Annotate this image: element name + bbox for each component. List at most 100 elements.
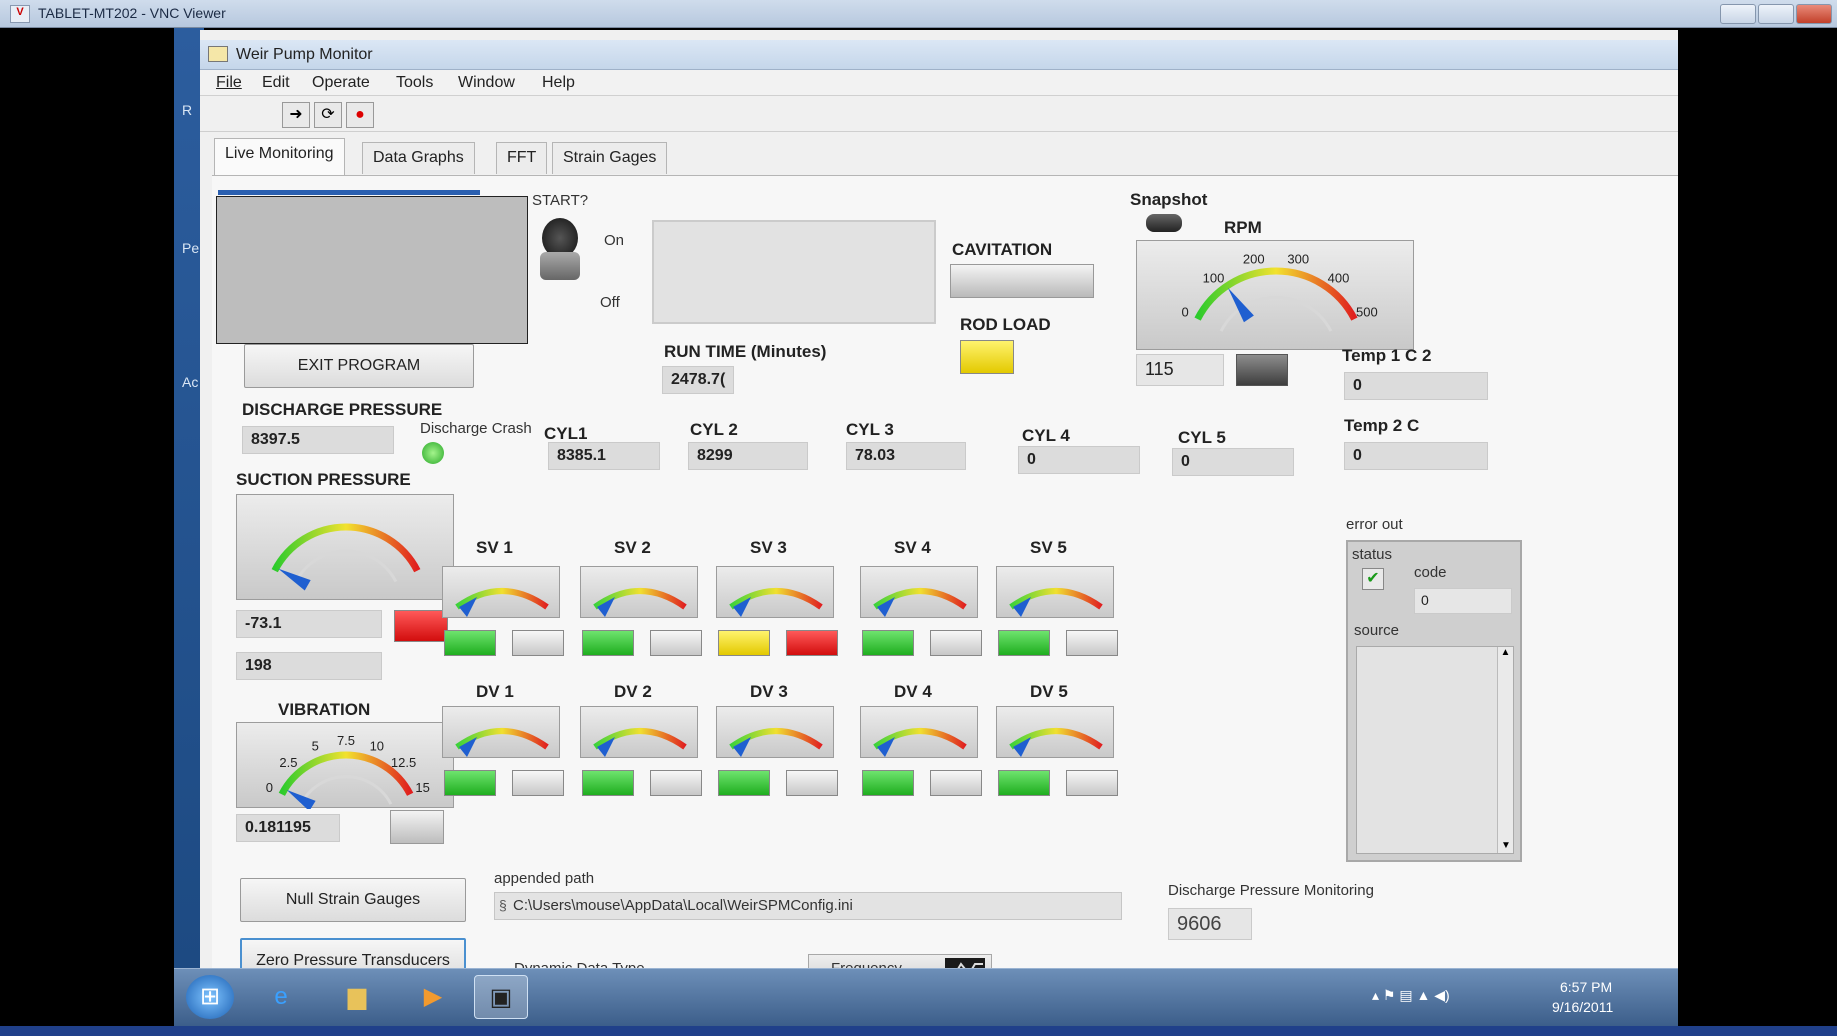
desktop-icon-label: Pe bbox=[182, 240, 200, 256]
dv-5-led-1 bbox=[998, 770, 1050, 796]
temp1-label: Temp 1 C 2 bbox=[1342, 346, 1432, 365]
sv-2-label: SV 2 bbox=[614, 538, 651, 557]
continuous-run-icon[interactable]: ⟳ bbox=[314, 102, 342, 128]
gauge-tick-label: 10 bbox=[370, 739, 384, 754]
menu-edit[interactable]: Edit bbox=[262, 74, 290, 92]
gauge-tick-label: 300 bbox=[1287, 251, 1309, 266]
cyl5-value: 0 bbox=[1172, 448, 1294, 476]
sv-1-gauge bbox=[442, 566, 560, 618]
dv-4-led-2 bbox=[930, 770, 982, 796]
image-placeholder-panel bbox=[216, 196, 528, 344]
file-explorer-icon[interactable]: ▆ bbox=[330, 975, 384, 1019]
dv-2-label: DV 2 bbox=[614, 682, 652, 701]
gauge-tick-label: 12.5 bbox=[391, 755, 416, 770]
error-out-label: error out bbox=[1346, 516, 1403, 533]
status-checkmark-icon[interactable]: ✔ bbox=[1362, 568, 1384, 590]
status-label: status bbox=[1352, 546, 1393, 563]
null-strain-gauges-button[interactable]: Null Strain Gauges bbox=[240, 878, 466, 922]
switch-off-label: Off bbox=[600, 294, 620, 311]
arrow-run-icon[interactable]: ➜ bbox=[282, 102, 310, 128]
sv-2-led-1 bbox=[582, 630, 634, 656]
vibration-label: VIBRATION bbox=[278, 700, 371, 719]
discharge-pressure-label: DISCHARGE PRESSURE bbox=[242, 400, 443, 419]
discharge-crash-led bbox=[422, 442, 444, 464]
media-player-icon[interactable]: ▶ bbox=[406, 975, 460, 1019]
source-text-area[interactable]: ▲ ▼ bbox=[1356, 646, 1514, 854]
sv-1-led-2 bbox=[512, 630, 564, 656]
sv-3-led-2 bbox=[786, 630, 838, 656]
cyl1-value: 8385.1 bbox=[548, 442, 660, 470]
vibration-value: 0.181195 bbox=[236, 814, 340, 842]
tab-fft[interactable]: FFT bbox=[496, 142, 548, 174]
vnc-window-title: TABLET-MT202 - VNC Viewer bbox=[38, 5, 226, 21]
vnc-title-bar bbox=[0, 0, 1837, 28]
discharge-monitoring-label: Discharge Pressure Monitoring bbox=[1168, 882, 1374, 899]
dv-3-gauge bbox=[716, 706, 834, 758]
temp2-label: Temp 2 C bbox=[1344, 416, 1420, 435]
temp1-value: 0 bbox=[1344, 372, 1488, 400]
suction-pressure-label: SUCTION PRESSURE bbox=[236, 470, 411, 489]
windows-taskbar: ⊞ e ▆ ▶ ▣ ▴ ⚑ ▤ ▲ ◀) 6:57 PM 9/16/2011 bbox=[174, 968, 1678, 1026]
sv-5-label: SV 5 bbox=[1030, 538, 1067, 557]
code-value[interactable]: 0 bbox=[1414, 588, 1512, 614]
sv-2-led-2 bbox=[650, 630, 702, 656]
tab-active-indicator bbox=[218, 190, 480, 195]
vibration-gauge: 0 2.5 5 7.5 10 12.5 15 bbox=[236, 722, 454, 809]
menu-window[interactable]: Window bbox=[458, 74, 515, 92]
rpm-indicator bbox=[1236, 354, 1288, 386]
exit-program-button[interactable]: EXIT PROGRAM bbox=[244, 344, 474, 388]
tab-data-graphs[interactable]: Data Graphs bbox=[362, 142, 475, 174]
start-label: START? bbox=[532, 192, 589, 209]
rod-load-indicator bbox=[960, 340, 1014, 374]
cavitation-indicator bbox=[950, 264, 1094, 298]
dv-3-led-2 bbox=[786, 770, 838, 796]
discharge-crash-label: Discharge Crash bbox=[420, 420, 532, 437]
desktop-icon-label: Ac bbox=[182, 374, 199, 390]
internet-explorer-icon[interactable]: e bbox=[254, 975, 308, 1019]
minimize-button[interactable] bbox=[1720, 4, 1756, 24]
sv-4-led-2 bbox=[930, 630, 982, 656]
appended-path-field[interactable]: § C:\Users\mouse\AppData\Local\WeirSPMCo… bbox=[494, 892, 1122, 920]
cyl3-value: 78.03 bbox=[846, 442, 966, 470]
tray-icons[interactable]: ▴ ⚑ ▤ ▲ ◀) bbox=[1372, 987, 1450, 1004]
appended-path-value: C:\Users\mouse\AppData\Local\WeirSPMConf… bbox=[513, 897, 853, 914]
start-menu-icon[interactable]: ⊞ bbox=[186, 975, 234, 1019]
snapshot-label: Snapshot bbox=[1130, 190, 1208, 209]
toolbar: ➜ ⟳ ● bbox=[200, 96, 1678, 132]
sv-5-led-1 bbox=[998, 630, 1050, 656]
gauge-tick-label: 0 bbox=[266, 780, 273, 795]
tab-strain-gages[interactable]: Strain Gages bbox=[552, 142, 668, 174]
dv-1-led-2 bbox=[512, 770, 564, 796]
source-scrollbar[interactable]: ▲ ▼ bbox=[1497, 647, 1513, 853]
start-toggle-switch[interactable] bbox=[534, 218, 580, 288]
rpm-label: RPM bbox=[1224, 218, 1262, 237]
menu-file[interactable]: File bbox=[216, 74, 242, 92]
code-label: code bbox=[1414, 564, 1447, 581]
sv-4-label: SV 4 bbox=[894, 538, 931, 557]
dv-1-gauge bbox=[442, 706, 560, 758]
cyl2-label: CYL 2 bbox=[690, 420, 738, 439]
cyl3-label: CYL 3 bbox=[846, 420, 894, 439]
gauge-tick-label: 400 bbox=[1328, 270, 1350, 285]
discharge-pressure-value: 8397.5 bbox=[242, 426, 394, 454]
sv-5-gauge bbox=[996, 566, 1114, 618]
vnc-bottom-border bbox=[0, 1026, 1837, 1036]
gauge-tick-label: 200 bbox=[1243, 251, 1265, 266]
menu-help[interactable]: Help bbox=[542, 74, 575, 92]
dv-1-label: DV 1 bbox=[476, 682, 514, 701]
menu-operate[interactable]: Operate bbox=[312, 74, 370, 92]
message-display-panel bbox=[652, 220, 936, 324]
menu-tools[interactable]: Tools bbox=[396, 74, 433, 92]
cyl1-label: CYL1 bbox=[544, 424, 588, 443]
snapshot-toggle[interactable] bbox=[1146, 214, 1182, 232]
sv-5-led-2 bbox=[1066, 630, 1118, 656]
suction-pressure-gauge bbox=[236, 494, 454, 600]
tab-live-monitoring[interactable]: Live Monitoring bbox=[214, 138, 345, 176]
maximize-button[interactable] bbox=[1758, 4, 1794, 24]
labview-taskbar-icon[interactable]: ▣ bbox=[474, 975, 528, 1019]
dv-2-led-1 bbox=[582, 770, 634, 796]
stop-icon[interactable]: ● bbox=[346, 102, 374, 128]
dv-3-label: DV 3 bbox=[750, 682, 788, 701]
close-button[interactable] bbox=[1796, 4, 1832, 24]
sv-1-label: SV 1 bbox=[476, 538, 513, 557]
